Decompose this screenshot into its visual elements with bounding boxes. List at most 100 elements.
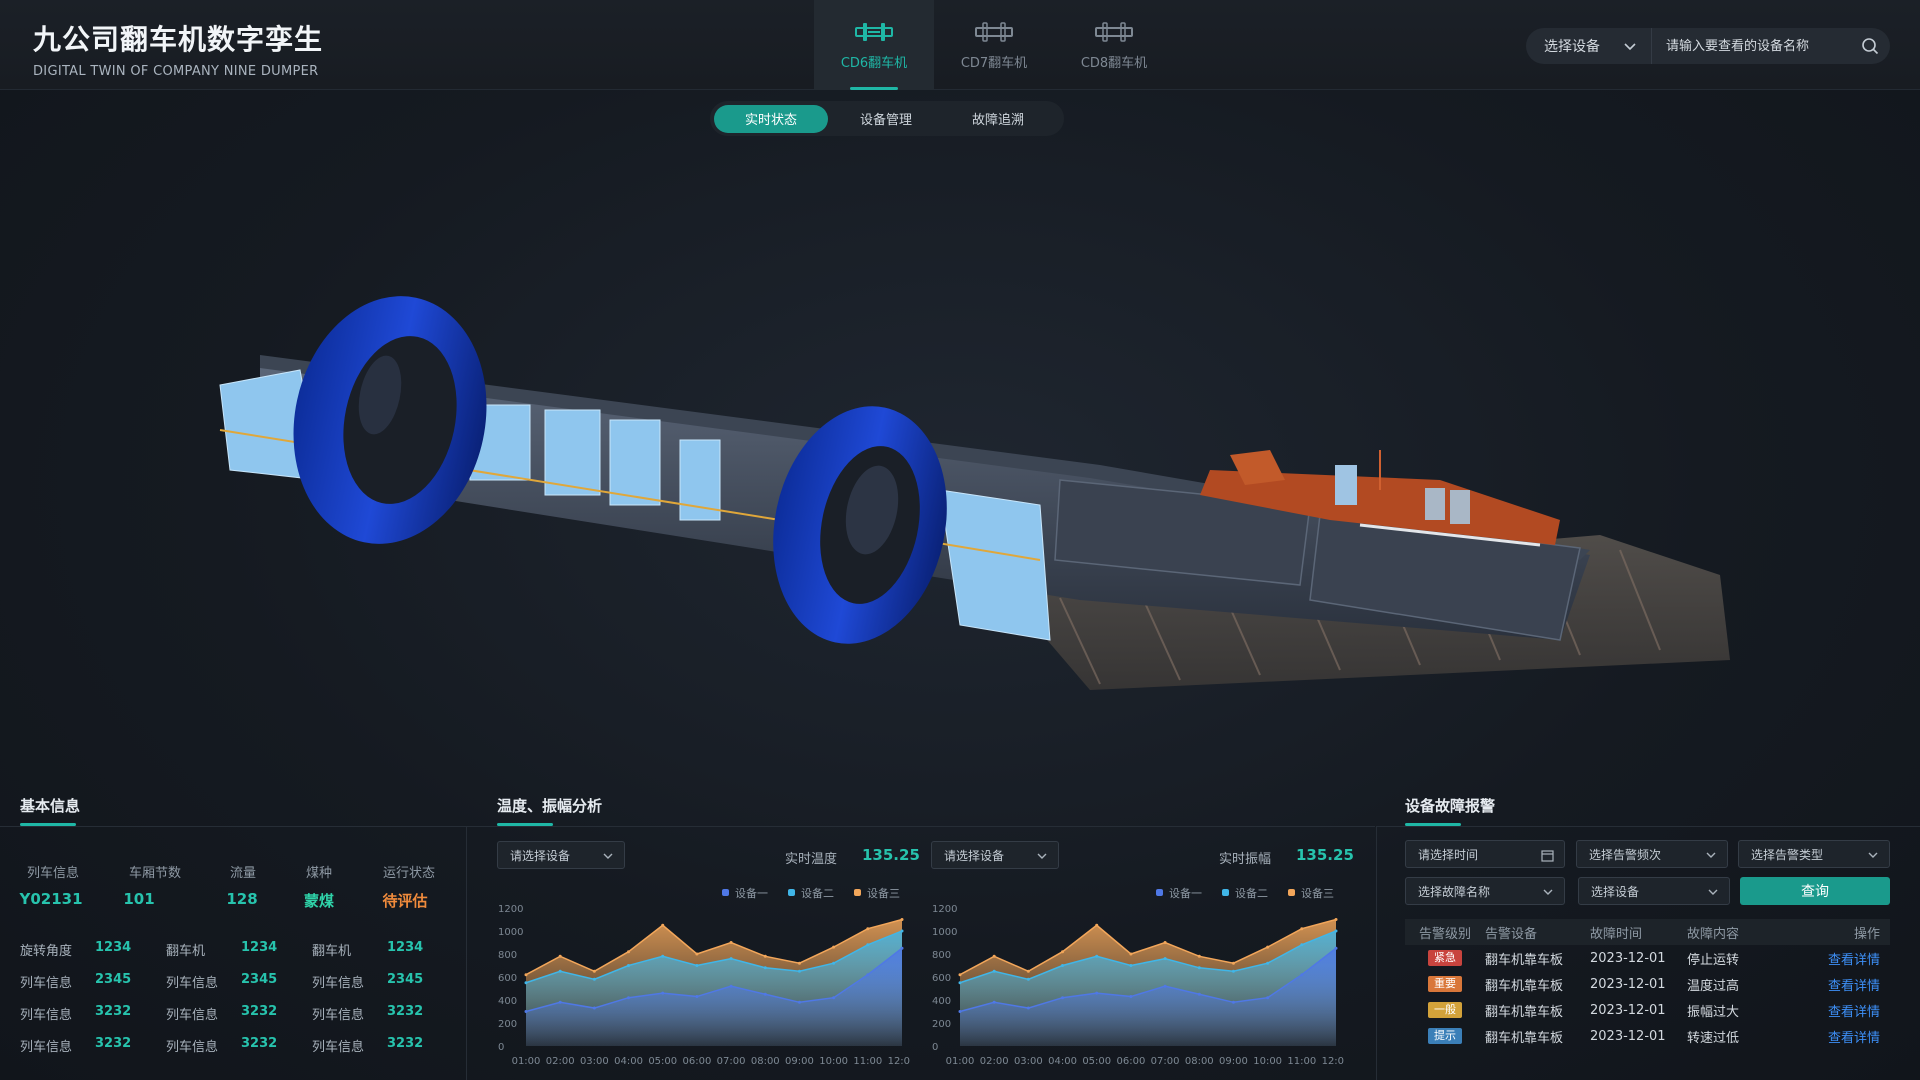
view-detail-link[interactable]: 查看详情 [1828, 1031, 1880, 1046]
data-point [558, 969, 562, 973]
data-point [524, 973, 528, 977]
data-point [1061, 996, 1065, 1000]
alarm-time: 2023-12-01 [1590, 1002, 1666, 1018]
data-point [763, 992, 767, 996]
kv-label: 列车信息 [20, 1008, 73, 1023]
chevron-down-icon [1037, 853, 1047, 859]
device-select-label: 选择设备 [1544, 39, 1600, 55]
kv-label: 列车信息 [20, 1040, 73, 1055]
alarm-content: 停止运转 [1687, 952, 1740, 968]
alarm-device-label: 选择设备 [1591, 884, 1640, 899]
data-point [992, 1000, 996, 1004]
data-point [1197, 966, 1201, 970]
data-point [832, 945, 836, 949]
data-point [627, 996, 631, 1000]
data-point [1231, 1000, 1235, 1004]
kv-label: 列车信息 [312, 1008, 365, 1023]
legend-swatch [722, 889, 729, 896]
view-tabs: 实时状态 设备管理 故障追溯 [710, 101, 1064, 136]
device-select[interactable]: 选择设备 [1526, 28, 1652, 64]
tab-realtime-status[interactable]: 实时状态 [714, 104, 828, 133]
data-point [763, 966, 767, 970]
data-point [797, 961, 801, 965]
temp-device-select[interactable]: 请选择设备 [497, 841, 625, 869]
kv-label: 旋转角度 [20, 944, 73, 959]
column-header: 告警级别 [1418, 926, 1471, 942]
amp-device-select[interactable]: 请选择设备 [931, 841, 1059, 869]
data-point [1334, 918, 1338, 921]
data-point [958, 973, 962, 977]
alarm-device: 翻车机靠车板 [1485, 1004, 1564, 1020]
data-point [729, 984, 733, 988]
data-point [1334, 946, 1338, 950]
kv-value: 2345 [95, 972, 132, 987]
tab-cd8-label: CD8翻车机 [1080, 55, 1148, 71]
temperature-chart: 0 200 400 600 800 1000 1200 01:00 02:00 03:00 04:0… [498, 904, 910, 1067]
data-point [1061, 964, 1065, 967]
x-tick-label: 04:00 [1048, 1056, 1077, 1067]
info-header-status: 运行状态 [382, 866, 435, 881]
chevron-down-icon [1706, 852, 1716, 858]
x-tick-label: 09:00 [785, 1056, 814, 1067]
kv-value: 3232 [95, 1036, 132, 1051]
kv-value: 3232 [387, 1036, 424, 1051]
coal-type: 蒙煤 [303, 892, 334, 910]
query-button[interactable]: 查询 [1740, 877, 1890, 905]
x-tick-label: 05:00 [648, 1056, 677, 1067]
alarm-device-select[interactable]: 选择设备 [1578, 877, 1730, 905]
table-row: 一般 翻车机靠车板 2023-12-01 振幅过大 查看详情 [1405, 997, 1890, 1023]
dumper-icon [855, 22, 893, 41]
alarm-time-picker[interactable]: 请选择时间 [1405, 840, 1565, 868]
tab-cd6[interactable]: CD6翻车机 [814, 0, 934, 90]
data-point [992, 969, 996, 973]
column-header: 故障内容 [1687, 926, 1740, 942]
x-tick-label: 10:00 [819, 1056, 848, 1067]
tab-fault-trace[interactable]: 故障追溯 [944, 105, 1052, 133]
kv-value: 3232 [241, 1036, 278, 1051]
view-detail-link[interactable]: 查看详情 [1828, 953, 1880, 968]
data-point [1163, 941, 1167, 944]
x-tick-label: 12:00 [1322, 1056, 1344, 1067]
kv-value: 2345 [241, 972, 278, 987]
train-number: Y02131 [19, 890, 83, 908]
realtime-amp-label: 实时振幅 [1219, 852, 1272, 867]
view-detail-link[interactable]: 查看详情 [1828, 979, 1880, 994]
y-tick-label: 0 [498, 1042, 504, 1053]
tab-cd7[interactable]: CD7翻车机 [934, 0, 1054, 90]
data-point [900, 918, 904, 921]
view-detail-link[interactable]: 查看详情 [1828, 1005, 1880, 1020]
kv-value: 3232 [387, 1004, 424, 1019]
data-point [832, 961, 836, 965]
table-row: 紧急 翻车机靠车板 2023-12-01 停止运转 查看详情 [1405, 945, 1890, 971]
data-point [558, 1000, 562, 1004]
kv-value: 1234 [387, 940, 424, 955]
search-input[interactable] [1652, 28, 1850, 64]
data-point [627, 950, 631, 954]
legend-swatch [1288, 889, 1295, 896]
alarm-time: 2023-12-01 [1590, 950, 1666, 966]
tab-cd8[interactable]: CD8翻车机 [1054, 0, 1174, 90]
app-title: 九公司翻车机数字孪生 [33, 23, 324, 56]
search-icon[interactable] [1850, 37, 1890, 55]
alarm-content: 温度过高 [1687, 978, 1740, 994]
device-search: 选择设备 [1526, 28, 1890, 64]
alarm-table: 告警级别 告警设备 故障时间 故障内容 操作 紧急 翻车机靠车板 2023-12… [1405, 919, 1890, 1049]
level-badge: 一般 [1428, 1002, 1462, 1018]
data-point [1095, 923, 1099, 927]
x-tick-label: 08:00 [1185, 1056, 1214, 1067]
y-tick-label: 1200 [932, 904, 957, 915]
data-point [1163, 957, 1167, 961]
alarm-type-select[interactable]: 选择告警类型 [1738, 840, 1890, 868]
data-point [1334, 929, 1338, 933]
y-tick-label: 600 [932, 973, 951, 984]
data-point [763, 954, 767, 958]
data-point [524, 981, 528, 985]
data-point [1197, 992, 1201, 996]
fault-name-select[interactable]: 选择故障名称 [1405, 877, 1565, 905]
x-tick-label: 07:00 [1151, 1056, 1180, 1067]
tab-device-management[interactable]: 设备管理 [828, 105, 944, 133]
level-badge: 重要 [1428, 976, 1462, 992]
alarm-frequency-select[interactable]: 选择告警频次 [1576, 840, 1728, 868]
dumper-3d-model[interactable] [0, 140, 1920, 780]
data-point [1266, 996, 1270, 1000]
